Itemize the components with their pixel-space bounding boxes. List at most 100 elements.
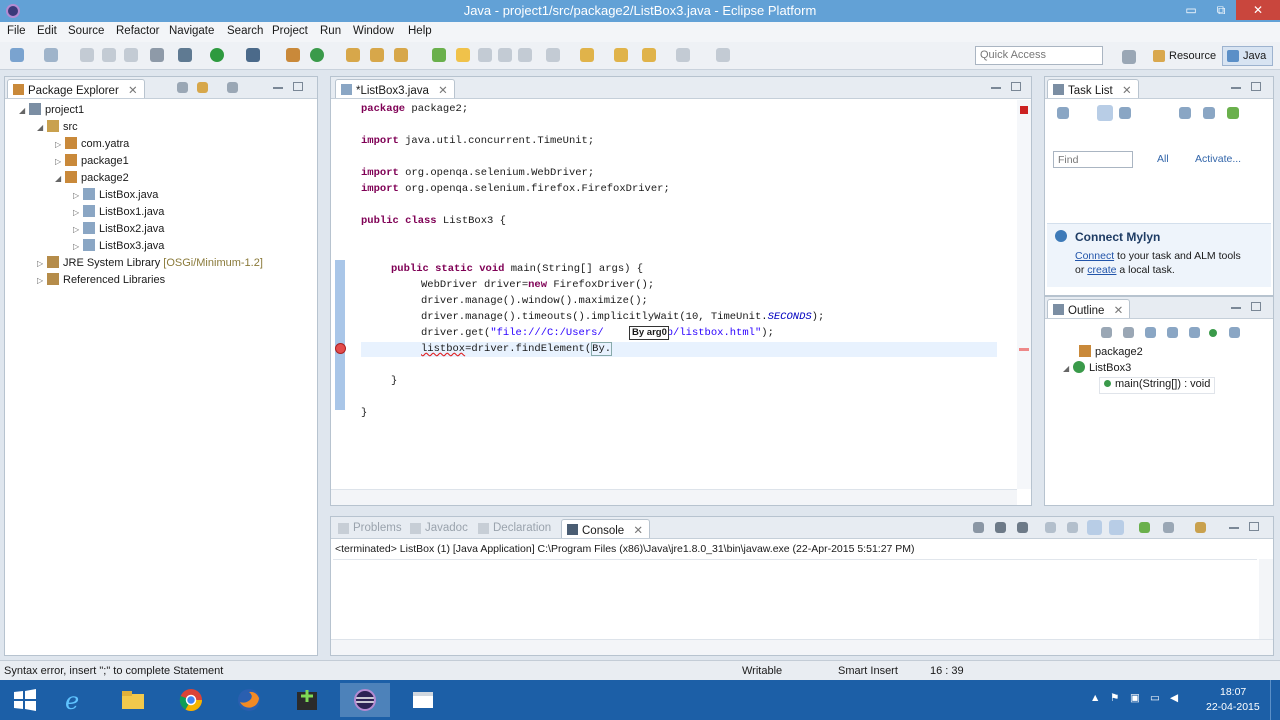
show-stderr-icon[interactable] — [1109, 520, 1124, 535]
tab-declaration[interactable]: Declaration — [473, 519, 557, 538]
tree-item-project1[interactable]: ◢ project1 — [19, 103, 84, 120]
quick-access-input[interactable]: Quick Access — [975, 46, 1103, 65]
outline-item-class[interactable]: ◢ ListBox3 — [1063, 361, 1131, 378]
menu-help[interactable]: Help — [408, 25, 432, 37]
tray-chevron-icon[interactable]: ▲ — [1090, 692, 1100, 704]
expanded-arrow-icon[interactable]: ◢ — [55, 174, 65, 183]
console-vertical-scrollbar[interactable] — [1259, 559, 1273, 639]
pin-editor-icon[interactable] — [716, 48, 730, 62]
maximize-view-icon[interactable] — [1249, 522, 1259, 531]
close-tab-icon[interactable]: ✕ — [1122, 85, 1132, 97]
menu-navigate[interactable]: Navigate — [169, 25, 214, 37]
run-icon[interactable] — [210, 48, 224, 62]
open-console-icon[interactable] — [1195, 522, 1206, 533]
hide-static-icon[interactable] — [1167, 327, 1178, 338]
hide-fields-icon[interactable] — [1145, 327, 1156, 338]
clock-date[interactable]: 22-04-2015 — [1206, 701, 1260, 713]
focus-icon[interactable] — [1179, 107, 1191, 119]
close-tab-icon[interactable]: ✕ — [438, 85, 448, 97]
hide-local-types-icon[interactable] — [1209, 329, 1217, 337]
tab-javadoc[interactable]: Javadoc — [405, 519, 474, 538]
open-type-icon[interactable] — [346, 48, 360, 62]
minimize-view-icon[interactable] — [1229, 527, 1239, 529]
expanded-arrow-icon[interactable]: ◢ — [19, 106, 29, 115]
terminate-icon[interactable] — [973, 522, 984, 533]
save-icon[interactable] — [80, 48, 94, 62]
view-menu-icon[interactable] — [227, 82, 238, 93]
tree-item-package2[interactable]: ◢ package2 — [55, 171, 129, 188]
tree-item-referenced-libraries[interactable]: ▷ Referenced Libraries — [37, 273, 165, 290]
tree-item-package1[interactable]: ▷ package1 — [55, 154, 129, 171]
show-whitespace-icon[interactable] — [478, 48, 492, 62]
tab-listbox3-java[interactable]: *ListBox3.java ✕ — [335, 79, 455, 98]
flag-icon[interactable]: ⚑ — [1110, 692, 1119, 704]
maximize-view-icon[interactable] — [293, 82, 303, 91]
scroll-lock-icon[interactable] — [1067, 522, 1078, 533]
taskbar-firefox[interactable] — [224, 683, 274, 717]
new-icon[interactable] — [10, 48, 24, 62]
maximize-view-icon[interactable] — [1251, 82, 1261, 91]
close-tab-icon[interactable]: ✕ — [128, 85, 138, 97]
menu-refactor[interactable]: Refactor — [116, 25, 159, 37]
collapsed-arrow-icon[interactable]: ▷ — [37, 259, 47, 268]
link-with-editor-icon[interactable] — [197, 82, 208, 93]
close-tab-icon[interactable]: ✕ — [1114, 305, 1124, 317]
remove-launch-icon[interactable] — [995, 522, 1006, 533]
minimize-view-icon[interactable] — [1231, 307, 1241, 309]
clear-console-icon[interactable] — [1045, 522, 1056, 533]
maximize-view-icon[interactable] — [1011, 82, 1021, 91]
collapsed-arrow-icon[interactable]: ▷ — [73, 242, 83, 251]
outline-item-method[interactable]: main(String[]) : void — [1099, 377, 1216, 394]
collapse-icon[interactable] — [1203, 107, 1215, 119]
show-desktop-button[interactable] — [1270, 680, 1280, 720]
maximize-view-icon[interactable] — [1251, 302, 1261, 311]
last-edit-icon[interactable] — [580, 48, 594, 62]
new-java-package-icon[interactable] — [286, 48, 300, 62]
debug-icon[interactable] — [178, 48, 192, 62]
sync-icon[interactable] — [1227, 107, 1239, 119]
taskbar-app-plus[interactable] — [282, 683, 332, 717]
connect-link[interactable]: Connect — [1075, 250, 1114, 262]
perspective-java[interactable]: Java — [1222, 46, 1274, 66]
minimize-view-icon[interactable] — [273, 87, 283, 89]
open-icon[interactable] — [44, 48, 58, 62]
taskbar-window[interactable] — [398, 683, 448, 717]
save-all-icon[interactable] — [102, 48, 116, 62]
start-button[interactable] — [0, 683, 50, 717]
error-icon[interactable] — [335, 343, 346, 354]
next-annotation-icon[interactable] — [546, 48, 560, 62]
menu-project[interactable]: Project — [272, 25, 308, 37]
menu-run[interactable]: Run — [320, 25, 341, 37]
expanded-arrow-icon[interactable]: ◢ — [1063, 364, 1073, 373]
show-stdout-icon[interactable] — [1087, 520, 1102, 535]
taskbar-file-explorer[interactable] — [108, 683, 158, 717]
display-console-icon[interactable] — [1163, 522, 1174, 533]
collapsed-arrow-icon[interactable]: ▷ — [73, 225, 83, 234]
scheduled-icon[interactable] — [1119, 107, 1131, 119]
taskbar-internet-explorer[interactable]: e — [50, 683, 100, 717]
highlight-icon[interactable] — [456, 48, 470, 62]
next-icon[interactable] — [676, 48, 690, 62]
collapsed-arrow-icon[interactable]: ▷ — [73, 191, 83, 200]
tree-item-listbox1-java[interactable]: ▷ ListBox1.java — [73, 205, 164, 222]
tab-console[interactable]: Console ✕ — [561, 519, 651, 538]
menu-edit[interactable]: Edit — [37, 25, 57, 37]
categorized-icon[interactable] — [1097, 105, 1113, 121]
forward-icon[interactable] — [642, 48, 656, 62]
tab-task-list[interactable]: Task List ✕ — [1047, 79, 1139, 98]
perspective-resource[interactable]: Resource — [1148, 46, 1223, 66]
console-horizontal-scrollbar[interactable] — [331, 639, 1273, 655]
minimize-view-icon[interactable] — [1231, 87, 1241, 89]
tree-item-com-yatra[interactable]: ▷ com.yatra — [55, 137, 129, 154]
new-java-class-icon[interactable] — [310, 48, 324, 62]
outline-item-package[interactable]: package2 — [1079, 345, 1143, 362]
taskbar-eclipse[interactable] — [340, 683, 390, 717]
collapse-all-icon[interactable] — [1101, 327, 1112, 338]
all-tasks-link[interactable]: All — [1157, 153, 1169, 165]
clock-time[interactable]: 18:07 — [1220, 686, 1246, 698]
collapsed-arrow-icon[interactable]: ▷ — [37, 276, 47, 285]
annotation-icon[interactable] — [432, 48, 446, 62]
battery-icon[interactable]: ▭ — [1150, 692, 1160, 704]
volume-icon[interactable]: ◀ — [1170, 692, 1178, 704]
pilcrow-icon[interactable] — [518, 48, 532, 62]
